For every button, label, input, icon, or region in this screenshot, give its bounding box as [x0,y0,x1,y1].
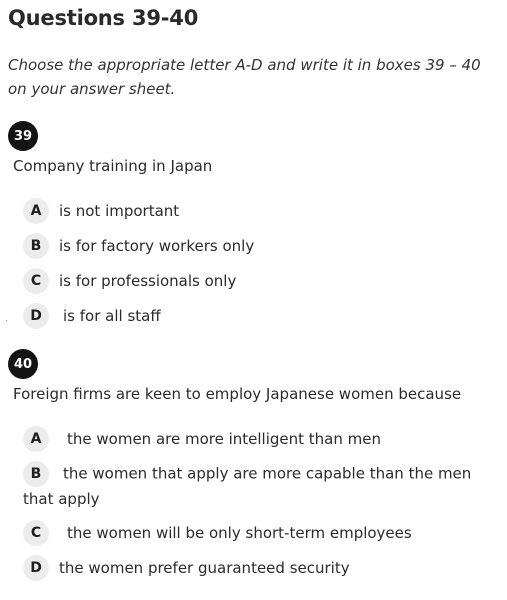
question-number-badge: 40 [8,349,38,379]
option-c[interactable]: C is for professionals only [23,268,236,294]
option-c[interactable]: C the women will be only short-term empl… [23,520,412,546]
option-text: the women will be only short-term employ… [67,524,412,542]
option-letter-badge: A [23,426,49,452]
option-text: the women prefer guaranteed security [59,559,350,577]
option-a[interactable]: A is not important [23,198,179,224]
option-text: is for professionals only [59,272,237,290]
question-text: Company training in Japan [13,157,213,175]
option-letter-badge: D [23,555,49,581]
instructions-text: Choose the appropriate letter A-D and wr… [8,56,481,98]
option-letter-badge: D [23,303,49,329]
option-b[interactable]: B is for factory workers only [23,233,254,259]
option-text: is for factory workers only [59,237,255,255]
option-letter-badge: A [23,198,49,224]
option-text: the women are more intelligent than men [67,430,381,448]
option-a[interactable]: A the women are more intelligent than me… [23,426,381,452]
question-text: Foreign firms are keen to employ Japanes… [13,385,462,403]
option-letter-badge: B [23,461,49,487]
option-b[interactable]: Bthe women that apply are more capable t… [23,461,493,511]
page-title: Questions 39-40 [8,6,199,30]
option-d[interactable]: D the women prefer guaranteed security [23,555,350,581]
option-text: is for all staff [63,307,161,325]
option-d[interactable]: D is for all staff [23,303,161,329]
option-letter-badge: B [23,233,49,259]
stray-dot [6,320,7,321]
option-text: is not important [59,202,180,220]
option-letter-badge: C [23,520,49,546]
option-text: the women that apply are more capable th… [23,464,472,509]
question-number-badge: 39 [8,121,38,151]
option-letter-badge: C [23,268,49,294]
